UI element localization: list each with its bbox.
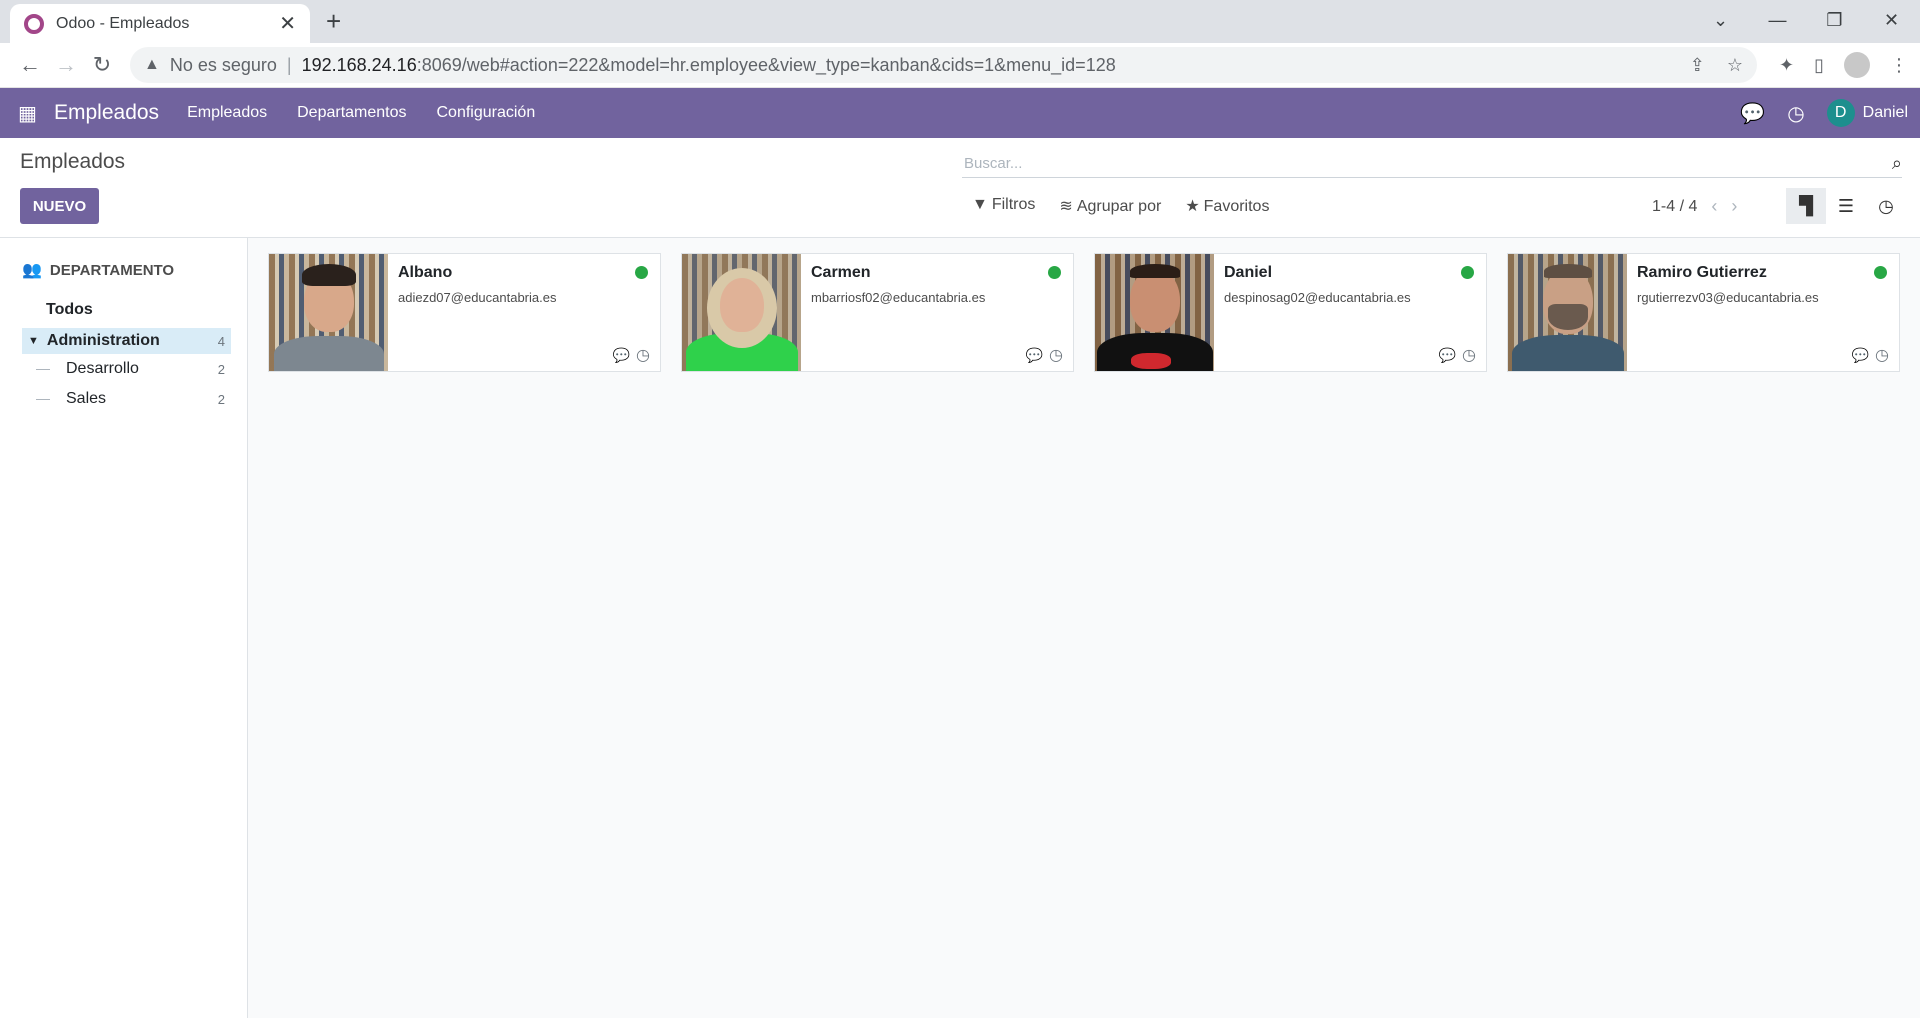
view-switcher: ▜ ☰ ◷ [1786,188,1906,224]
kanban-view: Albano adiezd07@educantabria.es 💬 ◷ Carm… [248,238,1920,1018]
close-window-icon[interactable]: ✕ [1863,0,1920,40]
user-menu[interactable]: D Daniel [1826,99,1908,127]
department-desarrollo[interactable]: Desarrollo 2 [22,354,231,384]
activity-clock-icon[interactable]: ◷ [1462,345,1476,365]
department-sales[interactable]: Sales 2 [22,384,231,414]
employee-card[interactable]: Albano adiezd07@educantabria.es 💬 ◷ [268,253,661,372]
chat-icon[interactable]: 💬 [613,347,630,364]
employee-name: Albano [398,264,453,281]
search-bar: ⌕ [962,150,1902,178]
pager-value[interactable]: 1-4 / 4 [1652,198,1697,216]
not-secure-label[interactable]: No es seguro [170,55,277,76]
address-bar[interactable]: ▲ No es seguro | 192.168.24.16 :8069/web… [130,47,1757,83]
app-brand[interactable]: Empleados [54,101,159,125]
page-title: Empleados [20,150,126,173]
favorites-button[interactable]: ★ Favoritos [1185,196,1269,216]
users-icon: 👥 [22,262,42,279]
main-content: 👥 DEPARTAMENTO Todos ▼ Administration 4 … [0,238,1920,1018]
activity-clock-icon[interactable]: ◷ [636,345,650,365]
url-separator: | [286,54,292,75]
employee-email: despinosag02@educantabria.es [1224,290,1411,305]
employee-card[interactable]: Daniel despinosag02@educantabria.es 💬 ◷ [1094,253,1487,372]
department-all[interactable]: Todos [22,296,231,324]
new-tab-icon[interactable]: + [326,6,341,37]
browser-tab[interactable]: Odoo - Empleados ✕ [10,4,310,43]
pager-previous-icon[interactable]: ‹ [1711,196,1717,217]
employee-card[interactable]: Ramiro Gutierrez rgutierrezv03@educantab… [1507,253,1900,372]
user-name: Daniel [1862,104,1908,121]
new-button[interactable]: NUEVO [20,188,99,224]
restore-icon[interactable]: ❐ [1806,0,1863,40]
browser-toolbar: ← → ↻ ▲ No es seguro | 192.168.24.16 :80… [0,43,1920,88]
chat-icon[interactable]: 💬 [1026,347,1043,364]
list-view-icon[interactable]: ☰ [1826,188,1866,224]
search-options: ▼ Filtros ≋ Agrupar por ★ Favoritos [972,196,1269,216]
side-panel-icon[interactable]: ▯ [1814,55,1824,76]
forward-icon[interactable]: → [48,52,84,78]
activities-clock-icon[interactable]: ◷ [1787,101,1804,126]
apps-grid-icon[interactable]: ▦ [18,101,40,126]
layers-icon: ≋ [1059,198,1073,215]
caret-down-icon[interactable]: ▼ [28,335,39,347]
employee-card[interactable]: Carmen mbarriosf02@educantabria.es 💬 ◷ [681,253,1074,372]
kanban-view-icon[interactable]: ▜ [1786,188,1826,224]
odoo-navbar: ▦ Empleados Empleados Departamentos Conf… [0,88,1920,138]
browser-menu-icon[interactable]: ⋮ [1890,55,1908,76]
search-input[interactable] [962,155,1892,172]
employee-name: Ramiro Gutierrez [1637,264,1767,281]
warning-icon[interactable]: ▲ [144,56,160,74]
employee-photo [1508,254,1627,371]
star-icon: ★ [1185,198,1200,215]
employee-photo [269,254,388,371]
pager-next-icon[interactable]: › [1731,196,1737,217]
profile-icon[interactable] [1844,52,1870,78]
activity-clock-icon[interactable]: ◷ [1049,345,1063,365]
activity-view-icon[interactable]: ◷ [1866,188,1906,224]
chat-icon[interactable]: 💬 [1439,347,1456,364]
tab-search-icon[interactable]: ⌄ [1692,0,1749,40]
reload-icon[interactable]: ↻ [84,52,120,78]
employee-email: rgutierrezv03@educantabria.es [1637,290,1819,305]
bookmark-star-icon[interactable]: ☆ [1727,55,1743,76]
filter-icon: ▼ [972,196,988,213]
url-host: 192.168.24.16 [301,54,417,75]
employee-name: Daniel [1224,264,1273,281]
employee-photo [682,254,801,371]
pager: 1-4 / 4 ‹ › [1652,196,1737,217]
browser-tabbar: Odoo - Empleados ✕ + ⌄ — ❐ ✕ [0,0,1920,43]
presence-online-icon [635,266,648,279]
search-panel: 👥 DEPARTAMENTO Todos ▼ Administration 4 … [0,238,248,1018]
presence-online-icon [1874,266,1887,279]
control-panel: Empleados NUEVO ⌕ ▼Filtros ≋Agrupar por … [0,138,1920,238]
employee-photo [1095,254,1214,371]
minimize-icon[interactable]: — [1749,0,1806,40]
tab-title: Odoo - Empleados [56,14,190,32]
group-by-button[interactable]: ≋ Agrupar por [1059,196,1161,216]
filters-button[interactable]: ▼ Filtros [972,196,1035,216]
presence-online-icon [1461,266,1474,279]
extensions-icon[interactable]: ✦ [1779,55,1794,76]
menu-empleados[interactable]: Empleados [187,104,267,122]
back-icon[interactable]: ← [12,52,48,78]
employee-email: mbarriosf02@educantabria.es [811,290,986,305]
odoo-favicon-icon [24,13,44,34]
employee-email: adiezd07@educantabria.es [398,290,557,305]
menu-configuracion[interactable]: Configuración [437,104,536,122]
department-header: 👥 DEPARTAMENTO [22,261,175,280]
messages-icon[interactable]: 💬 [1740,101,1765,126]
share-icon[interactable]: ⇪ [1690,55,1705,76]
employee-name: Carmen [811,264,871,281]
menu-departamentos[interactable]: Departamentos [297,104,406,122]
search-icon[interactable]: ⌕ [1892,153,1902,174]
chat-icon[interactable]: 💬 [1852,347,1869,364]
window-controls: ⌄ — ❐ ✕ [1692,0,1920,43]
department-administration[interactable]: ▼ Administration 4 [22,328,231,354]
url-path: :8069/web#action=222&model=hr.employee&v… [416,54,1116,75]
activity-clock-icon[interactable]: ◷ [1875,345,1889,365]
user-avatar: D [1826,99,1855,127]
close-tab-icon[interactable]: ✕ [279,11,296,36]
presence-online-icon [1048,266,1061,279]
